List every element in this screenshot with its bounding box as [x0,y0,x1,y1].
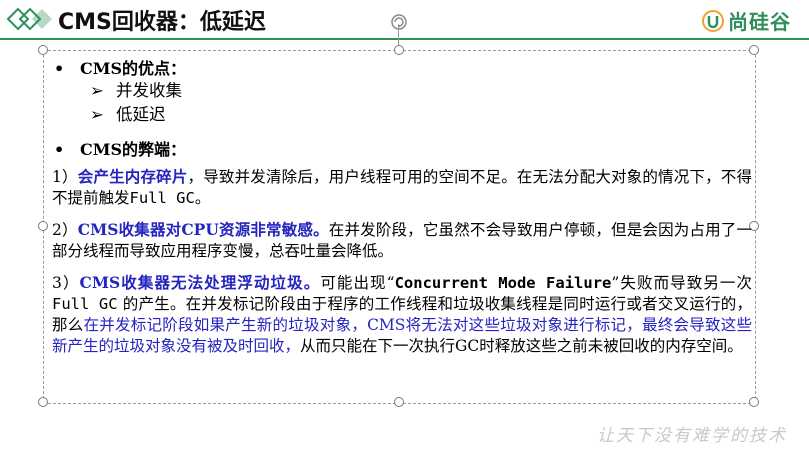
advantage-item-label: 低延迟 [116,105,166,124]
disadvantages-heading-row: • CMS的弊端： [54,139,752,160]
resize-handle-br[interactable] [749,397,759,407]
resize-handle-tl[interactable] [38,45,48,55]
paragraph-text: 从而只能在下一次执行GC时释放这些之前未被回收的内存空间。 [300,337,743,355]
disadvantage-paragraph-3: 3）CMS收集器无法处理浮动垃圾。可能出现“Concurrent Mode Fa… [52,272,752,357]
page-title: CMS回收器：低延迟 [58,10,266,35]
paragraph-number: 2） [52,221,78,239]
code-text: Concurrent Mode Failure [394,274,612,292]
brand-logo: 尚硅谷 [702,6,791,35]
bullet-dot: • [54,140,65,159]
resize-handle-bl[interactable] [38,397,48,407]
resize-handle-tr[interactable] [749,45,759,55]
rotate-handle-icon[interactable] [389,12,409,32]
code-text: Full GC [129,189,195,207]
arrow-bullet-icon: ➢ [90,105,104,124]
paragraph-number: 1） [52,168,78,186]
resize-handle-bc[interactable] [394,397,404,407]
diamond-logo-icon [6,7,52,31]
disadvantage-paragraph-1: 1）会产生内存碎片，导致并发清除后，用户线程可用的空间不足。在无法分配大对象的情… [52,166,752,209]
disadvantages-heading: CMS的弊端： [80,140,187,159]
highlight-text: CMS收集器无法处理浮动垃圾。 [79,273,321,292]
paragraph-number: 3） [52,274,80,292]
header-divider [0,38,809,40]
code-text: Full GC [52,295,118,313]
watermark: 让天下没有难学的技术 [597,426,787,446]
resize-handle-tc[interactable] [394,45,404,55]
advantage-item-label: 并发收集 [116,81,182,100]
brand-name: 尚硅谷 [728,10,791,34]
brand-u-icon [702,9,724,32]
advantage-item: ➢ 并发收集 [90,79,752,103]
advantages-heading-row: • CMS的优点： [54,58,752,79]
slide-body[interactable]: • CMS的优点： ➢ 并发收集 ➢ 低延迟 • CMS的弊端： 1）会产生内存… [52,58,752,357]
advantages-heading: CMS的优点： [80,59,187,78]
highlight-text: 会产生内存碎片 [77,167,188,186]
disadvantage-paragraph-2: 2）CMS收集器对CPU资源非常敏感。在并发阶段，它虽然不会导致用户停顿，但是会… [52,219,752,262]
arrow-bullet-icon: ➢ [90,81,104,100]
bullet-dot: • [54,59,65,78]
paragraph-text: ”失败而导致另一次 [611,274,752,292]
paragraph-text: 。 [194,189,211,207]
highlight-text: CMS收集器对CPU资源非常敏感。 [77,220,329,239]
paragraph-text: 可能出现“ [320,274,395,292]
resize-handle-ml[interactable] [38,221,48,231]
advantage-item: ➢ 低延迟 [90,103,752,127]
